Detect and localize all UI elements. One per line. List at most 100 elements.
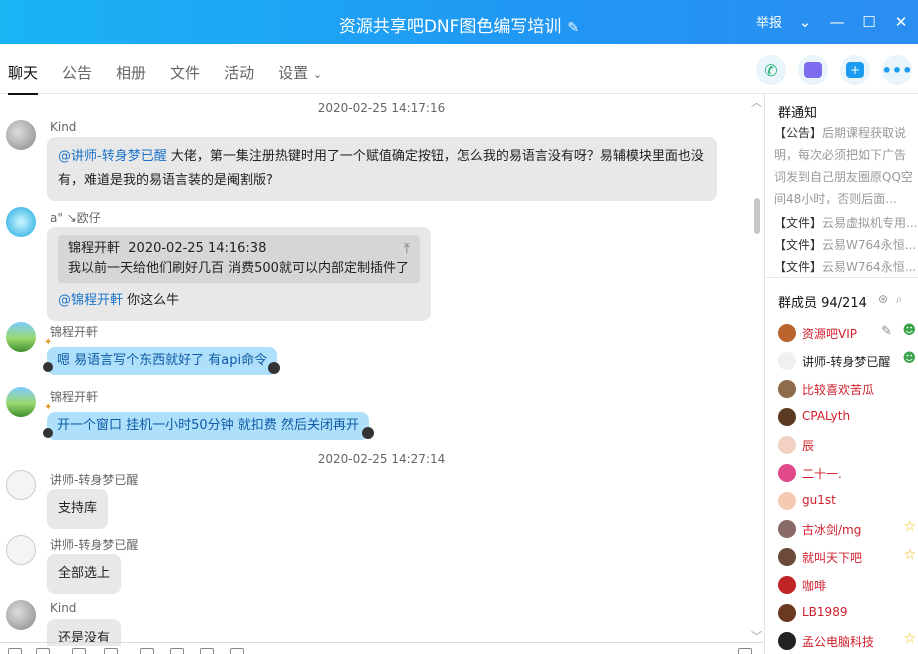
tab-activity[interactable]: 活动	[224, 62, 254, 95]
member-avatar	[778, 352, 796, 370]
message-bubble[interactable]: 支持库	[47, 489, 109, 529]
member-item[interactable]: 资源吧VIP ✎ ☻	[778, 323, 918, 343]
search-icon[interactable]: ⌕	[896, 292, 903, 306]
chevron-down-icon: ⌄	[312, 68, 323, 81]
message-text: 开一个窗口 挂机一小时50分钟 就扣费 然后关闭再开	[57, 418, 359, 433]
member-item[interactable]: 辰	[778, 435, 918, 455]
quote-time: 2020-02-25 14:16:38	[128, 241, 267, 256]
file-name: 云易虚拟机专用...	[822, 216, 918, 230]
member-item[interactable]: CPALyth	[778, 407, 918, 427]
member-item[interactable]: 咖啡	[778, 575, 918, 595]
member-item[interactable]: gu1st	[778, 491, 918, 511]
report-link[interactable]: 举报	[756, 12, 782, 31]
window-controls: 举报 ⌄ — ☐ ✕	[756, 12, 910, 32]
sender-name[interactable]: 讲师-转身梦已醒	[50, 471, 138, 488]
message-text: 你这么牛	[123, 293, 180, 308]
add-app-button[interactable]: +	[840, 55, 870, 85]
screenshot-icon[interactable]	[72, 648, 86, 654]
red-packet-icon[interactable]	[170, 648, 184, 654]
avatar[interactable]	[6, 387, 36, 417]
quoted-message[interactable]: ⤒ 锦程开軒 2020-02-25 14:16:38 我以前一天给他们刷好几百 …	[58, 235, 420, 283]
file-name: 云易W764永恒...	[822, 260, 917, 274]
emoji-icon[interactable]	[8, 648, 22, 654]
tab-settings-label: 设置	[278, 64, 309, 82]
bubble-decoration-icon	[43, 362, 53, 372]
mention[interactable]: @锦程开軒	[58, 293, 123, 308]
more-icon: •••	[881, 60, 913, 80]
quote-text: 我以前一天给他们刷好几百 消费500就可以内部定制插件了	[68, 261, 409, 276]
member-item[interactable]: 孟公电脑科技 ☆	[778, 631, 918, 651]
sender-name[interactable]: 锦程开軒	[50, 388, 98, 405]
chevron-down-icon[interactable]: ⌄	[796, 13, 814, 31]
video-call-button[interactable]	[798, 55, 828, 85]
members-count: 群成员 94/214	[778, 296, 867, 311]
chat-scrollbar-thumb[interactable]	[754, 198, 760, 234]
tab-files[interactable]: 文件	[170, 62, 200, 95]
message-text: 支持库	[58, 501, 98, 516]
member-item[interactable]: 就叫天下吧 ☆	[778, 547, 918, 567]
sender-name[interactable]: 锦程开軒	[50, 323, 98, 340]
sender-name[interactable]: Kind	[50, 601, 76, 615]
member-name: gu1st	[802, 493, 836, 507]
image-icon[interactable]	[140, 648, 154, 654]
close-button[interactable]: ✕	[892, 13, 910, 31]
sender-name[interactable]: Kind	[50, 120, 76, 134]
sparkle-icon: ✦	[44, 402, 53, 413]
file-item[interactable]: 【文件】云易W764永恒...	[774, 236, 918, 253]
jump-to-top-icon[interactable]: ⤒	[404, 239, 410, 259]
history-icon[interactable]	[230, 648, 244, 654]
scroll-up-arrow[interactable]: ︿	[751, 94, 762, 110]
member-name: 讲师-转身梦已醒	[802, 355, 891, 369]
bubble-decoration-icon	[43, 428, 53, 438]
tab-chat[interactable]: 聊天	[8, 62, 39, 95]
member-item[interactable]: LB1989	[778, 603, 918, 623]
pencil-icon[interactable]: ✎	[881, 324, 892, 339]
avatar[interactable]	[6, 207, 36, 237]
message-history-icon[interactable]	[738, 648, 752, 654]
file-item[interactable]: 【文件】云易W764永恒...	[774, 258, 918, 275]
phone-call-button[interactable]: ✆	[756, 55, 786, 85]
member-item[interactable]: 讲师-转身梦已醒 ☻	[778, 351, 918, 371]
message-bubble[interactable]: ⤒ 锦程开軒 2020-02-25 14:16:38 我以前一天给他们刷好几百 …	[47, 227, 431, 321]
avatar[interactable]	[6, 470, 36, 500]
sender-name[interactable]: a" ↘欧仔	[50, 209, 101, 226]
sender-name[interactable]: 讲师-转身梦已醒	[50, 536, 138, 553]
avatar[interactable]	[6, 535, 36, 565]
chat-history[interactable]: 2020-02-25 14:17:16 Kind @讲师-转身梦已醒 大佬，第一…	[0, 94, 763, 646]
tab-album[interactable]: 相册	[116, 62, 146, 95]
mention[interactable]: @讲师-转身梦已醒	[58, 149, 167, 164]
message-text: 全部选上	[58, 566, 111, 581]
add-app-icon: +	[846, 62, 864, 78]
notice-label: 【公告】	[774, 126, 823, 140]
member-locate-icon[interactable]: ⊛	[878, 292, 888, 306]
pencil-icon[interactable]: ✎	[567, 20, 579, 36]
file-item[interactable]: 【文件】云易虚拟机专用...	[774, 214, 918, 231]
member-name: LB1989	[802, 605, 848, 619]
avatar[interactable]	[6, 322, 36, 352]
member-item[interactable]: 二十一.	[778, 463, 918, 483]
group-notice[interactable]: 【公告】后期课程获取说明，每次必须把如下广告词发到自己朋友圈原QQ空间48小时，…	[774, 122, 914, 210]
message-bubble[interactable]: 全部选上	[47, 554, 122, 594]
minimize-button[interactable]: —	[828, 13, 846, 31]
member-avatar	[778, 520, 796, 538]
voice-icon[interactable]	[200, 648, 214, 654]
member-item[interactable]: 古冰剑/mg ☆	[778, 519, 918, 539]
folder-icon[interactable]	[104, 648, 118, 654]
maximize-button[interactable]: ☐	[860, 13, 878, 31]
member-avatar	[778, 604, 796, 622]
tab-announcement[interactable]: 公告	[62, 62, 92, 95]
file-name: 云易W764永恒...	[822, 238, 917, 252]
message-bubble[interactable]: 开一个窗口 挂机一小时50分钟 就扣费 然后关闭再开	[47, 412, 369, 440]
member-name: 二十一.	[802, 467, 842, 481]
member-avatar	[778, 464, 796, 482]
message-bubble[interactable]: 嗯 易语言写个东西就好了 有api命令	[47, 347, 278, 375]
tab-settings[interactable]: 设置 ⌄	[278, 62, 322, 95]
member-item[interactable]: 比较喜欢苦瓜	[778, 379, 918, 399]
gif-icon[interactable]	[36, 648, 50, 654]
avatar[interactable]	[6, 600, 36, 630]
message-bubble[interactable]: @讲师-转身梦已醒 大佬，第一集注册热键时用了一个赋值确定按钮，怎么我的易语言没…	[47, 137, 717, 201]
member-name: 古冰剑/mg	[802, 523, 862, 537]
avatar[interactable]	[6, 120, 36, 150]
title-bar: 资源共享吧DNF图色编写培训 ✎ 举报 ⌄ — ☐ ✕	[0, 0, 918, 44]
more-button[interactable]: •••	[882, 55, 912, 85]
